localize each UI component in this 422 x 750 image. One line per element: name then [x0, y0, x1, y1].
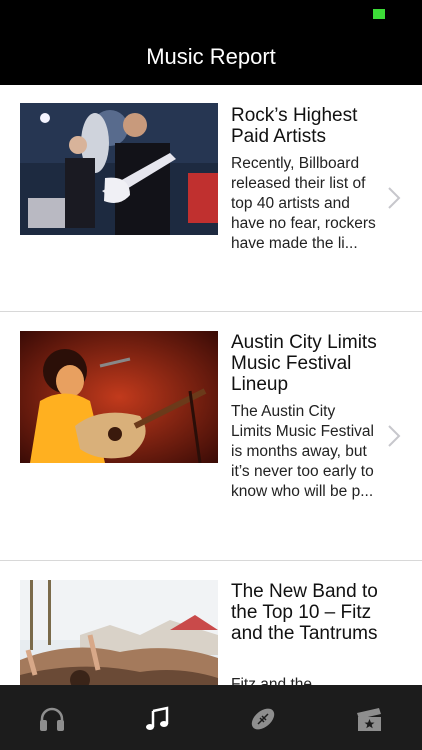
article-headline: Rock’s Highest Paid Artists — [231, 105, 358, 147]
article-summary: Recently, Billboard released their list … — [231, 155, 376, 252]
tab-headphones[interactable] — [22, 685, 82, 750]
article-thumbnail — [20, 331, 218, 463]
battery-indicator — [373, 9, 385, 19]
article-thumbnail — [20, 580, 218, 685]
tab-music[interactable] — [128, 685, 188, 750]
tab-sports[interactable] — [233, 685, 293, 750]
tab-bar — [0, 685, 422, 750]
chevron-right-icon — [388, 187, 401, 209]
navigation-bar: Music Report — [0, 30, 422, 85]
status-bar — [0, 0, 422, 30]
article-row[interactable]: The New Band to the Top 10 – Fitz and th… — [0, 561, 422, 685]
article-row[interactable]: Austin City Limits Music Festival Lineup… — [0, 312, 422, 561]
article-headline: Austin City Limits Music Festival Lineup — [231, 332, 377, 395]
football-icon — [251, 708, 275, 730]
article-thumbnail — [20, 103, 218, 235]
page-title: Music Report — [146, 44, 276, 69]
article-list[interactable]: Rock’s Highest Paid Artists Recently, Bi… — [0, 85, 422, 685]
tab-tickets[interactable] — [339, 685, 399, 750]
music-note-icon — [146, 706, 169, 730]
ticket-star-icon — [357, 708, 381, 731]
article-headline: The New Band to the Top 10 – Fitz and th… — [231, 581, 378, 644]
chevron-right-icon — [388, 425, 401, 447]
article-summary: Fitz and the — [231, 676, 312, 685]
article-row[interactable]: Rock’s Highest Paid Artists Recently, Bi… — [0, 85, 422, 312]
article-summary: The Austin City Limits Music Festival is… — [231, 403, 374, 500]
headphones-icon — [40, 707, 64, 731]
